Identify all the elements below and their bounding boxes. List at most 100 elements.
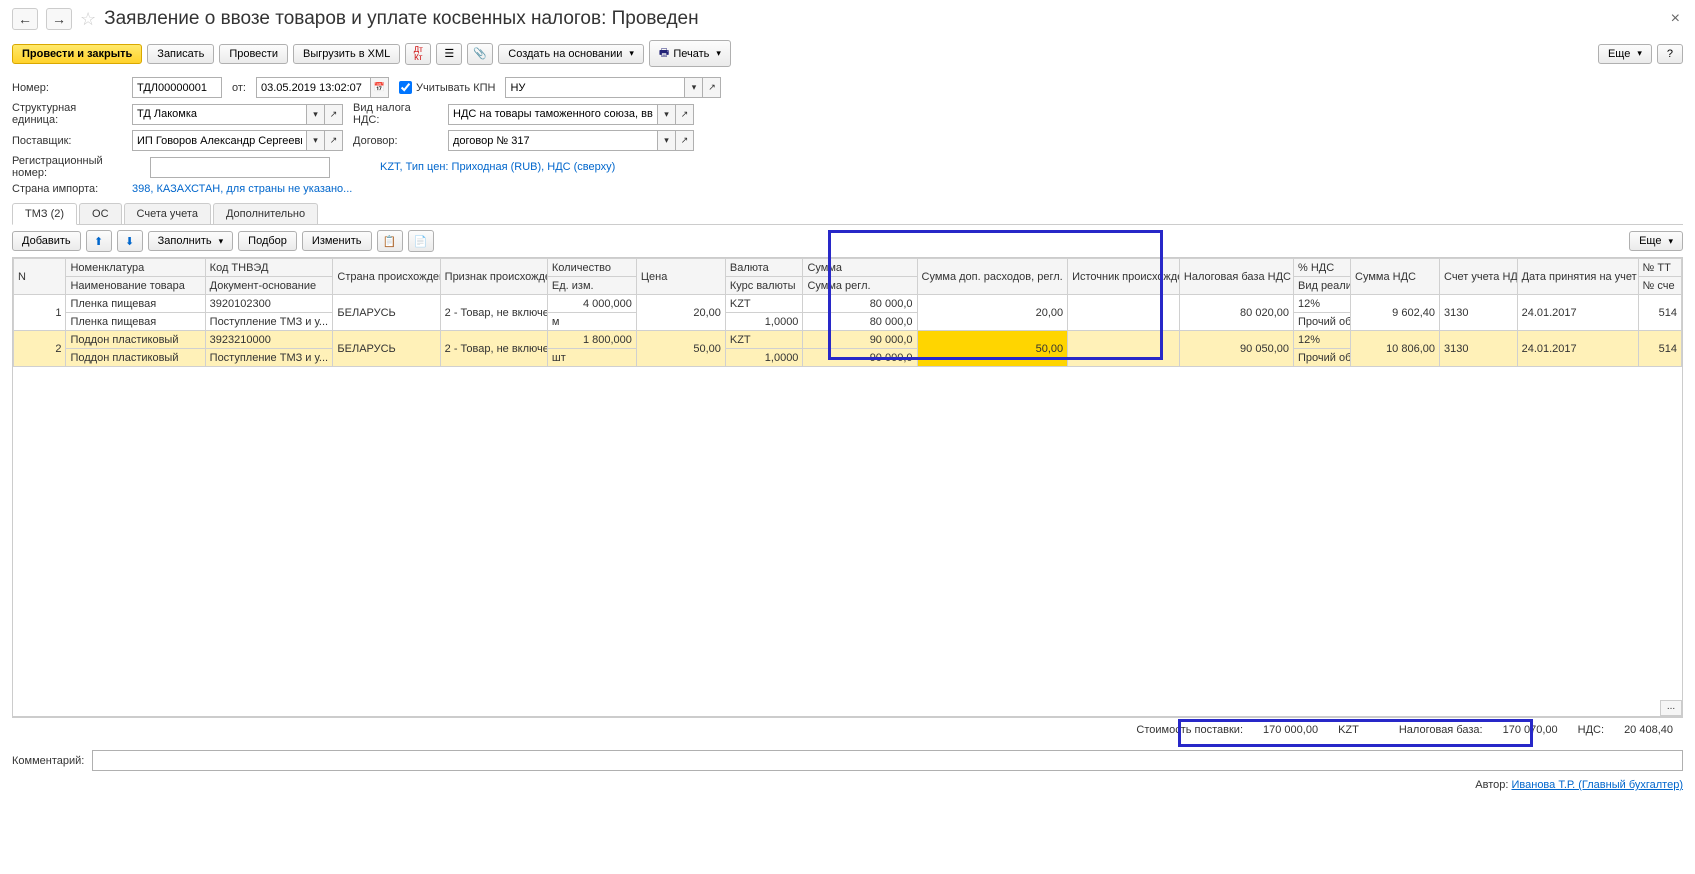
cell-vatpct[interactable]: 12% [1293,295,1350,313]
cell-nomen[interactable]: Пленка пищевая [66,295,205,313]
cell-qty[interactable]: 4 000,000 [547,295,636,313]
supplier-input[interactable] [132,130,307,151]
cell-source[interactable] [1068,331,1180,367]
kpn-checkbox[interactable] [399,81,412,94]
structure-button[interactable]: ☰ [436,43,462,65]
cell-sumregl[interactable]: 90 000,0 [803,349,917,367]
contract-input[interactable] [448,130,658,151]
country-info-link[interactable]: 398, КАЗАХСТАН, для страны не указано... [132,183,352,195]
copy-button[interactable]: 📋 [377,230,403,252]
cell-account[interactable]: 3130 [1440,295,1518,331]
cell-price[interactable]: 20,00 [636,295,725,331]
cell-addl[interactable]: 50,00 [917,331,1068,367]
cell-vatsum[interactable]: 9 602,40 [1351,295,1440,331]
nav-back-button[interactable]: ← [12,8,38,30]
cell-doc[interactable]: Поступление ТМЗ и у... [205,313,333,331]
close-icon[interactable]: × [1671,10,1680,28]
open-icon[interactable]: ↗ [325,104,343,125]
more-button[interactable]: Еще [1598,44,1652,64]
cell-country[interactable]: БЕЛАРУСЬ [333,295,440,331]
save-button[interactable]: Записать [147,44,214,64]
cell-taxbase[interactable]: 90 050,00 [1179,331,1293,367]
dropdown-icon[interactable]: ▾ [658,104,676,125]
tab-tmz[interactable]: ТМЗ (2) [12,203,77,225]
comment-input[interactable] [92,750,1683,771]
cell-sum[interactable]: 90 000,0 [803,331,917,349]
tab-os[interactable]: ОС [79,203,122,224]
items-table[interactable]: N Номенклатура Код ТНВЭД Страна происхож… [12,257,1683,717]
cell-doc[interactable]: Поступление ТМЗ и у... [205,349,333,367]
open-icon[interactable]: ↗ [325,130,343,151]
cell-taxbase[interactable]: 80 020,00 [1179,295,1293,331]
cell-currency[interactable]: KZT [725,295,803,313]
cell-source[interactable] [1068,295,1180,331]
cell-qty[interactable]: 1 800,000 [547,331,636,349]
export-xml-button[interactable]: Выгрузить в XML [293,44,400,64]
cell-nomen[interactable]: Поддон пластиковый [66,331,205,349]
cell-country[interactable]: БЕЛАРУСЬ [333,331,440,367]
calendar-icon[interactable]: 📅 [371,77,389,98]
cell-unit[interactable]: шт [547,349,636,367]
cell-vid[interactable]: Прочий облагаемый имп... [1293,313,1350,331]
cell-vatsum[interactable]: 10 806,00 [1351,331,1440,367]
cell-n[interactable]: 1 [14,295,66,331]
cell-rate[interactable]: 1,0000 [725,313,803,331]
tab-more-button[interactable]: Еще [1629,231,1683,251]
open-icon[interactable]: ↗ [676,104,694,125]
cell-name2[interactable]: Пленка пищевая [66,313,205,331]
cell-vid[interactable]: Прочий облагаемый имп... [1293,349,1350,367]
print-button[interactable]: 🖶 Печать [649,40,731,67]
dropdown-icon[interactable]: ▾ [685,77,703,98]
move-down-button[interactable]: ⬇ [117,230,143,252]
help-button[interactable]: ? [1657,44,1683,64]
cell-sum[interactable]: 80 000,0 [803,295,917,313]
paste-button[interactable]: 📄 [408,230,434,252]
cell-tt[interactable]: 514 [1638,331,1682,367]
open-icon[interactable]: ↗ [703,77,721,98]
cell-name2[interactable]: Поддон пластиковый [66,349,205,367]
cell-sign[interactable]: 2 - Товар, не включенный в ... [440,331,547,367]
dtkt-button[interactable]: ДтКт [405,43,431,65]
table-row[interactable]: 1 Пленка пищевая 3920102300 БЕЛАРУСЬ 2 -… [14,295,1682,313]
cell-acceptdate[interactable]: 24.01.2017 [1517,295,1638,331]
post-and-close-button[interactable]: Провести и закрыть [12,44,142,64]
table-row[interactable]: 2 Поддон пластиковый 3923210000 БЕЛАРУСЬ… [14,331,1682,349]
favorite-star-icon[interactable]: ☆ [80,9,96,30]
cell-sign[interactable]: 2 - Товар, не включенный в ... [440,295,547,331]
cell-tt[interactable]: 514 [1638,295,1682,331]
cell-price[interactable]: 50,00 [636,331,725,367]
dropdown-icon[interactable]: ▾ [658,130,676,151]
fill-button[interactable]: Заполнить [148,231,234,251]
cell-tnved[interactable]: 3923210000 [205,331,333,349]
number-input[interactable] [132,77,222,98]
cell-sumregl[interactable]: 80 000,0 [803,313,917,331]
kpn-input[interactable] [505,77,685,98]
cell-tnved[interactable]: 3920102300 [205,295,333,313]
nav-forward-button[interactable]: → [46,8,72,30]
post-button[interactable]: Провести [219,44,288,64]
tab-extra[interactable]: Дополнительно [213,203,318,224]
open-icon[interactable]: ↗ [676,130,694,151]
cell-rate[interactable]: 1,0000 [725,349,803,367]
scroll-more-button[interactable]: ... [1660,700,1682,716]
cell-vatpct[interactable]: 12% [1293,331,1350,349]
cell-acceptdate[interactable]: 24.01.2017 [1517,331,1638,367]
cell-n[interactable]: 2 [14,331,66,367]
author-link[interactable]: Иванова Т.Р. (Главный бухгалтер) [1512,779,1684,791]
cell-currency[interactable]: KZT [725,331,803,349]
cell-account[interactable]: 3130 [1440,331,1518,367]
dropdown-icon[interactable]: ▾ [307,104,325,125]
add-button[interactable]: Добавить [12,231,81,251]
attach-button[interactable]: 📎 [467,43,493,65]
struct-input[interactable] [132,104,307,125]
reg-input[interactable] [150,157,330,178]
cell-addl[interactable]: 20,00 [917,295,1068,331]
create-based-button[interactable]: Создать на основании [498,44,644,64]
cell-unit[interactable]: м [547,313,636,331]
tab-accounts[interactable]: Счета учета [124,203,211,224]
edit-button[interactable]: Изменить [302,231,372,251]
select-button[interactable]: Подбор [238,231,297,251]
date-input[interactable] [256,77,371,98]
tax-type-input[interactable] [448,104,658,125]
move-up-button[interactable]: ⬆ [86,230,112,252]
